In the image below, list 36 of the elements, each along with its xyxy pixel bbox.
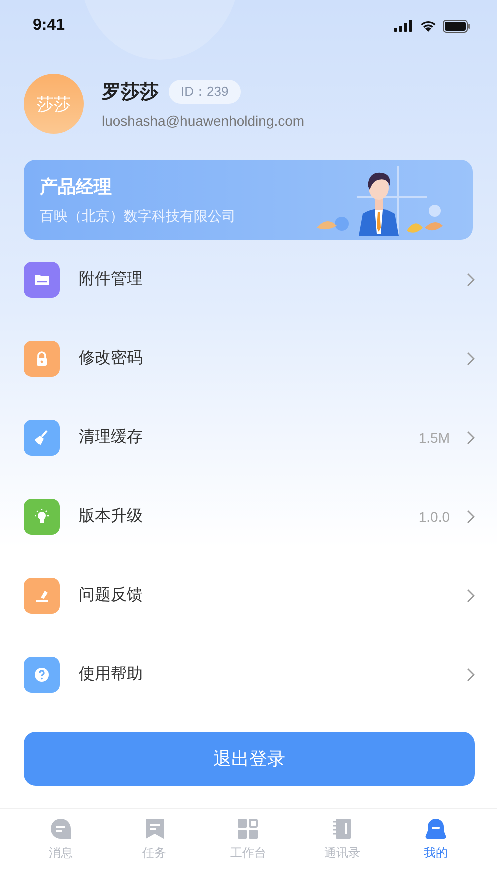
menu-value: 1.0.0	[418, 508, 450, 524]
tab[interactable]: 我的	[401, 809, 472, 883]
status-time: 9:41	[33, 17, 66, 35]
notebook-icon	[331, 818, 354, 840]
menu-value: 1.5M	[418, 430, 450, 446]
user-name: 罗莎莎	[102, 80, 159, 105]
chevron-icon	[467, 510, 475, 524]
menu-item[interactable]: 问题反馈	[0, 556, 497, 635]
avatar: 莎莎	[24, 74, 84, 134]
user-email: luoshasha@huawenholding.com	[102, 113, 305, 129]
company-name: 百映（北京）数字科技有限公司	[40, 208, 236, 226]
id-badge: ID：239	[169, 80, 241, 104]
menu-label: 问题反馈	[79, 585, 144, 606]
chevron-icon	[467, 272, 475, 286]
chevron-icon	[467, 352, 475, 366]
job-title: 产品经理	[40, 176, 113, 198]
chevron-icon	[467, 668, 475, 682]
chat-icon	[50, 818, 72, 840]
person-icon	[425, 818, 448, 840]
menu-label: 使用帮助	[79, 664, 144, 685]
menu-item[interactable]: 清理缓存 1.5M	[0, 398, 497, 477]
menu-item[interactable]: 附件管理	[0, 240, 497, 319]
bookmark-icon	[144, 818, 166, 840]
grid-icon	[237, 818, 260, 840]
chevron-icon	[467, 430, 475, 444]
chevron-icon	[467, 588, 475, 602]
menu-item[interactable]: 使用帮助	[0, 635, 497, 714]
menu-item[interactable]: 修改密码	[0, 319, 497, 398]
menu-label: 附件管理	[79, 269, 144, 290]
battery-icon	[443, 20, 471, 32]
menu-label: 版本升级	[79, 506, 144, 527]
menu-label: 修改密码	[79, 348, 144, 369]
wifi-icon	[420, 20, 437, 32]
menu-item[interactable]: 版本升级 1.0.0	[0, 477, 497, 556]
menu-label: 清理缓存	[79, 427, 144, 448]
signal-icon	[394, 20, 414, 32]
